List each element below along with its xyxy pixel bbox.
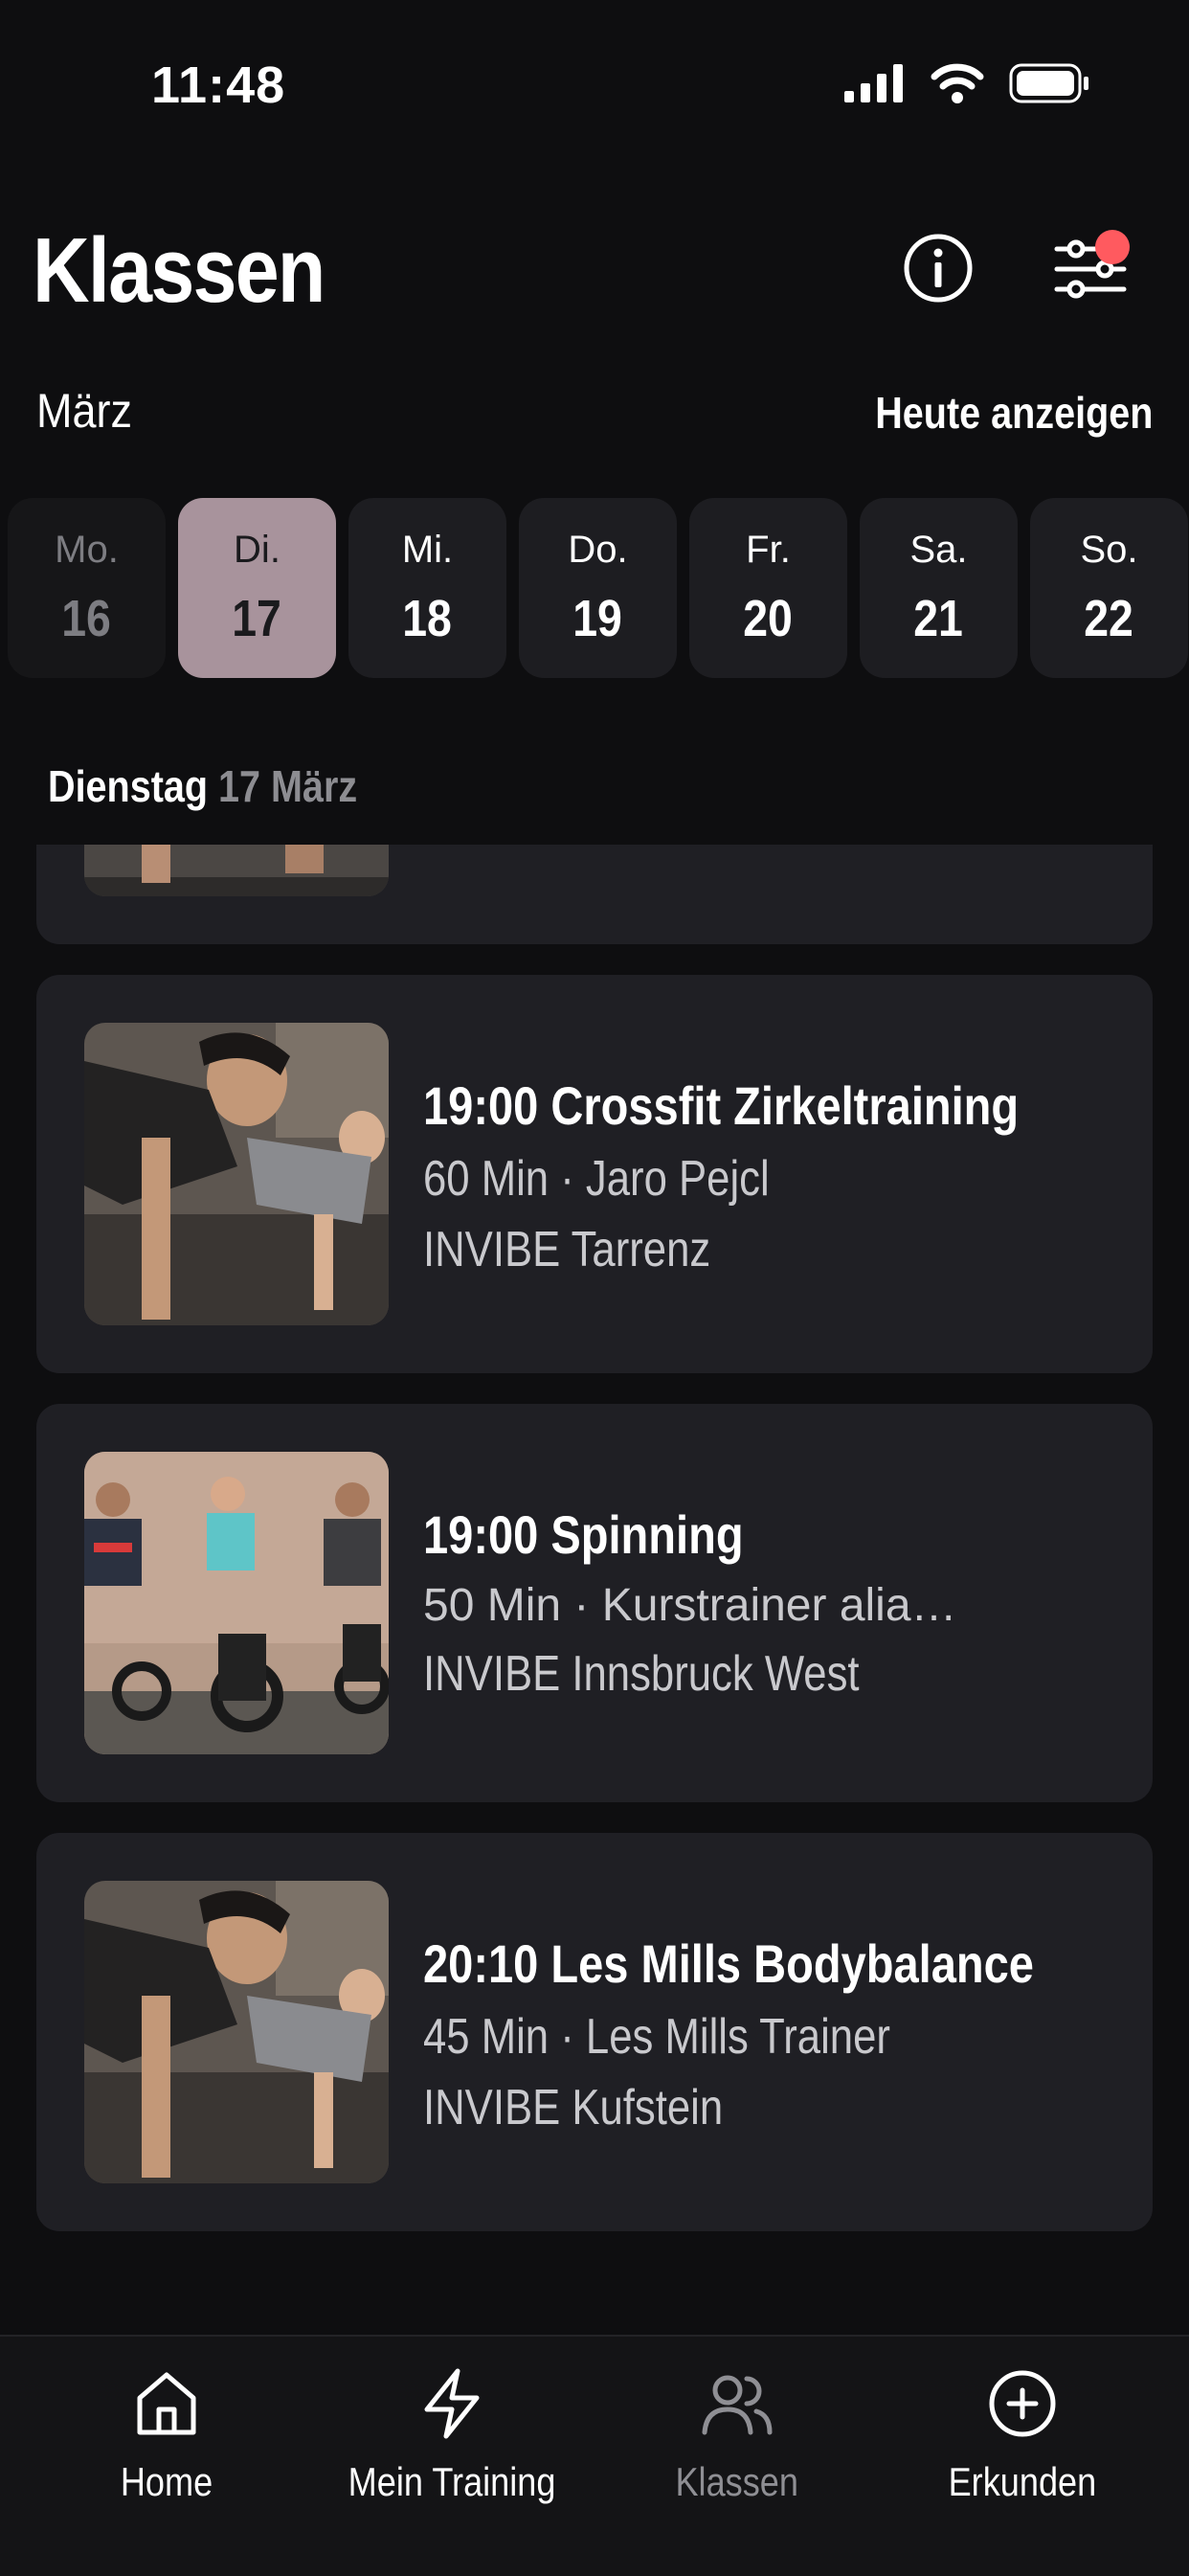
class-card-partial[interactable] xyxy=(36,845,1153,944)
plus-circle-icon xyxy=(989,2370,1056,2437)
tab-label: Home xyxy=(120,2459,213,2504)
date-weekday: So. xyxy=(1080,528,1138,571)
date-strip: Mo. 16 Di. 17 Mi. 18 Do. 19 Fr. 20 Sa. 2… xyxy=(8,498,1188,678)
wifi-icon xyxy=(931,63,984,103)
section-weekday: Dienstag xyxy=(48,761,209,811)
people-icon xyxy=(702,2375,773,2435)
tab-label: Mein Training xyxy=(348,2459,556,2504)
tab-bar: Home Mein Training Klassen Erkunden xyxy=(0,2335,1189,2576)
tab-klassen[interactable]: Klassen xyxy=(613,2365,862,2505)
class-duration-trainer: 50 Min · Kurstrainer alias Innsbruck... xyxy=(423,1580,959,1631)
tab-erkunden[interactable]: Erkunden xyxy=(898,2365,1147,2505)
home-icon xyxy=(137,2372,196,2435)
date-day: 16 xyxy=(61,589,112,647)
class-thumbnail xyxy=(84,1023,389,1325)
bolt-icon xyxy=(424,2368,480,2439)
info-button[interactable] xyxy=(900,230,976,306)
battery-icon xyxy=(1009,63,1088,103)
date-weekday: Di. xyxy=(234,528,280,571)
date-day: 19 xyxy=(572,589,623,647)
class-title: 19:00 Spinning xyxy=(423,1504,744,1565)
date-sun[interactable]: So. 22 xyxy=(1030,498,1188,678)
date-weekday: Mi. xyxy=(401,528,454,571)
date-day: 17 xyxy=(232,589,282,647)
date-weekday: Do. xyxy=(568,528,628,571)
tab-label: Erkunden xyxy=(948,2459,1097,2504)
status-icons xyxy=(844,63,1089,103)
tab-mein-training[interactable]: Mein Training xyxy=(327,2365,576,2505)
class-info: 19:00 Crossfit Zirkeltraining 60 Min · J… xyxy=(423,1074,1133,1292)
tab-label: Klassen xyxy=(675,2459,799,2504)
date-day: 20 xyxy=(743,589,794,647)
date-thu[interactable]: Do. 19 xyxy=(519,498,677,678)
class-thumbnail xyxy=(84,1881,389,2183)
class-thumbnail xyxy=(84,1452,389,1754)
date-wed[interactable]: Mi. 18 xyxy=(348,498,506,678)
class-thumbnail xyxy=(84,845,389,896)
class-info: 20:10 Les Mills Bodybalance 45 Min · Les… xyxy=(423,1932,1150,2150)
date-day: 21 xyxy=(913,589,964,647)
class-location: INVIBE Innsbruck West xyxy=(423,1646,860,1702)
date-weekday: Mo. xyxy=(55,528,119,571)
date-weekday: Fr. xyxy=(746,528,791,571)
class-card[interactable]: 20:10 Les Mills Bodybalance 45 Min · Les… xyxy=(36,1833,1153,2231)
signal-icon xyxy=(844,64,903,102)
status-time: 11:48 xyxy=(151,56,286,114)
section-date: 17 März xyxy=(218,761,358,811)
class-duration-trainer: 60 Min · Jaro Pejcl xyxy=(423,1151,770,1207)
date-weekday: Sa. xyxy=(909,528,968,571)
class-card[interactable]: 19:00 Spinning 50 Min · Kurstrainer alia… xyxy=(36,1404,1153,1802)
info-icon xyxy=(904,234,973,303)
filter-button[interactable] xyxy=(1047,226,1133,312)
filter-notification-dot xyxy=(1095,230,1130,264)
month-label: März xyxy=(36,384,132,438)
class-location: INVIBE Kufstein xyxy=(423,2080,724,2135)
date-fri[interactable]: Fr. 20 xyxy=(689,498,847,678)
date-day: 18 xyxy=(402,589,453,647)
class-duration-trainer: 45 Min · Les Mills Trainer xyxy=(423,2009,890,2065)
class-title: 20:10 Les Mills Bodybalance xyxy=(423,1933,1034,1994)
date-sat[interactable]: Sa. 21 xyxy=(860,498,1018,678)
class-info: 19:00 Spinning 50 Min · Kurstrainer alia… xyxy=(423,1503,959,1716)
page-title: Klassen xyxy=(33,219,325,322)
class-card[interactable]: 19:00 Crossfit Zirkeltraining 60 Min · J… xyxy=(36,975,1153,1373)
show-today-button[interactable]: Heute anzeigen xyxy=(875,387,1153,439)
date-day: 22 xyxy=(1084,589,1134,647)
tab-home[interactable]: Home xyxy=(42,2365,291,2505)
class-title: 19:00 Crossfit Zirkeltraining xyxy=(423,1075,1020,1136)
date-mon[interactable]: Mo. 16 xyxy=(8,498,166,678)
section-heading: Dienstag 17 März xyxy=(48,760,357,812)
date-tue[interactable]: Di. 17 xyxy=(178,498,336,678)
class-location: INVIBE Tarrenz xyxy=(423,1222,711,1277)
